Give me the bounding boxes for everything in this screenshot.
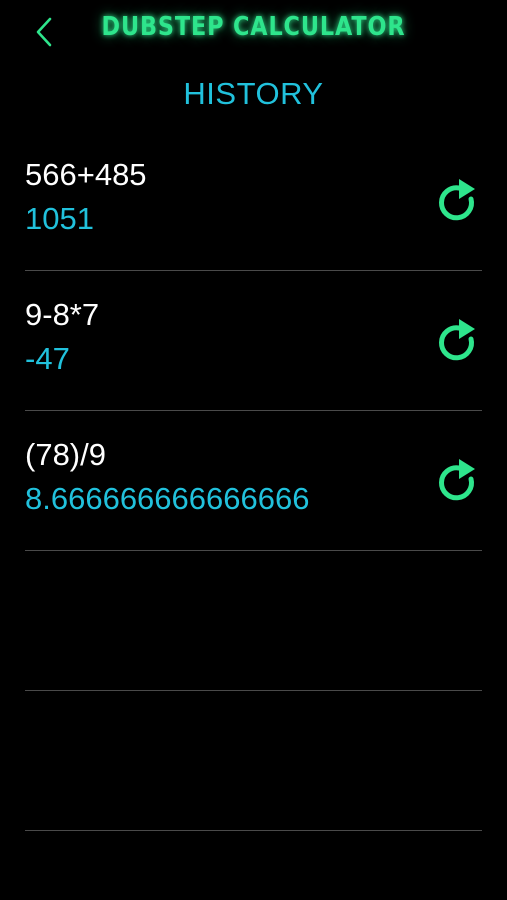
history-item-empty <box>25 551 482 691</box>
reload-button[interactable] <box>436 457 482 505</box>
history-item-empty <box>25 691 482 831</box>
history-item: (78)/9 8.666666666666666 <box>25 411 482 551</box>
app-title: DUBSTEP CALCULATOR <box>101 12 406 42</box>
history-result: 1051 <box>25 201 94 236</box>
history-item: 9-8*7 -47 <box>25 271 482 411</box>
app-header: DUBSTEP CALCULATOR <box>0 0 507 62</box>
history-result: 8.666666666666666 <box>25 481 310 516</box>
history-list: 566+485 1051 9-8*7 -47 (78)/9 8.66666666… <box>25 131 482 831</box>
history-expression: (78)/9 <box>25 437 106 472</box>
page-title: HISTORY <box>183 76 324 111</box>
reload-icon <box>437 177 481 225</box>
history-screen: DUBSTEP CALCULATOR HISTORY 566+485 1051 … <box>0 0 507 900</box>
history-expression: 566+485 <box>25 157 147 192</box>
history-result: -47 <box>25 341 70 376</box>
reload-icon <box>437 317 481 365</box>
reload-button[interactable] <box>436 177 482 225</box>
reload-button[interactable] <box>436 317 482 365</box>
history-expression: 9-8*7 <box>25 297 100 332</box>
history-item: 566+485 1051 <box>25 131 482 271</box>
reload-icon <box>437 457 481 505</box>
